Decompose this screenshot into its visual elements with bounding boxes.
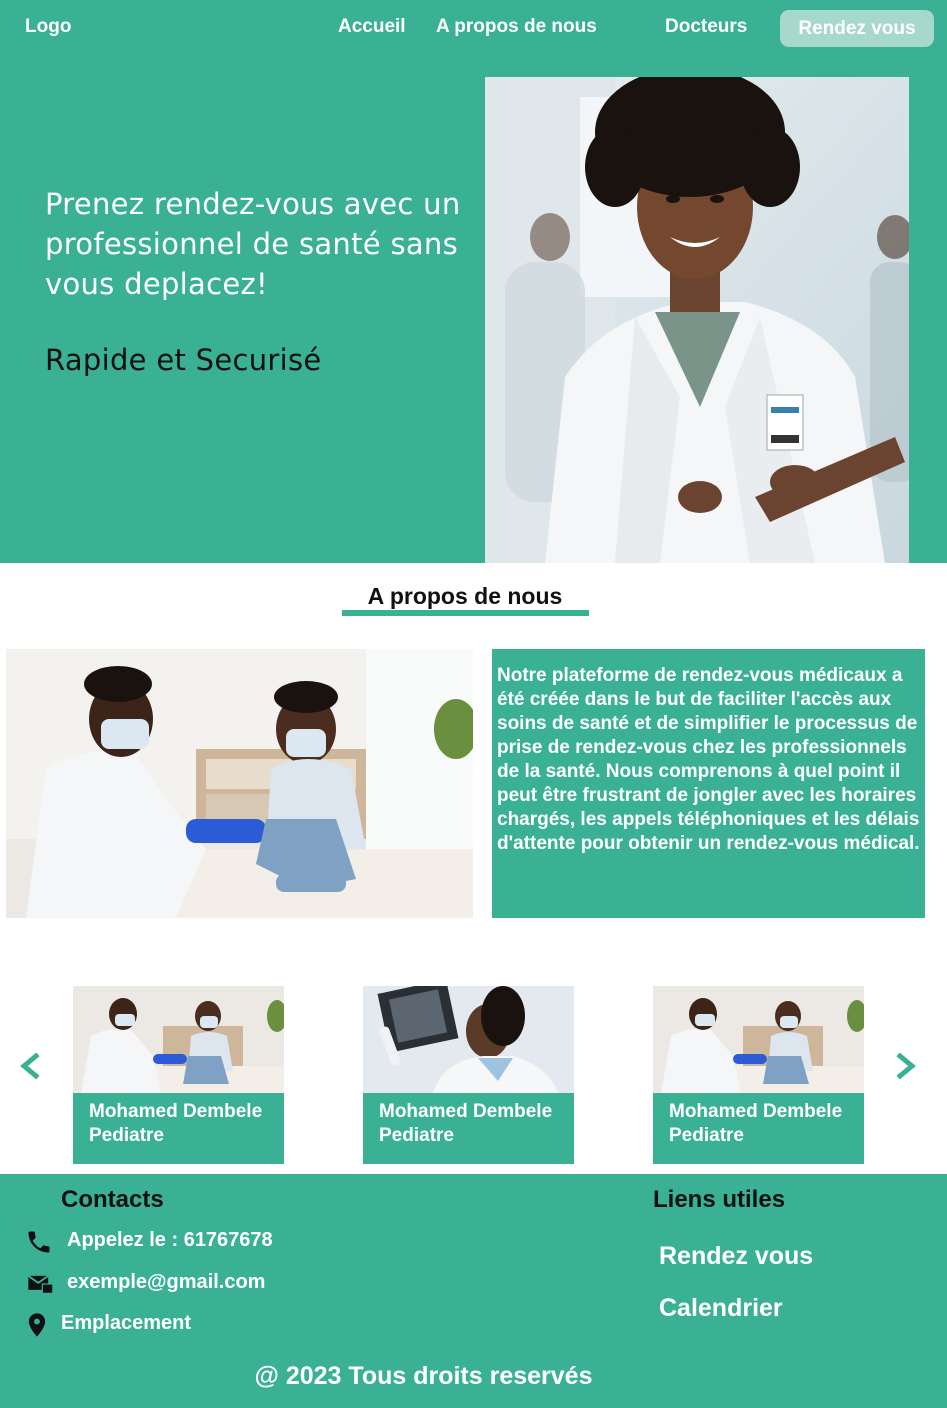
doctor-name: Mohamed Dembele <box>89 1101 263 1122</box>
about-description: Notre plateforme de rendez-vous médicaux… <box>492 649 925 918</box>
doctor-name: Mohamed Dembele <box>669 1101 843 1122</box>
about-title: A propos de nous <box>367 583 563 609</box>
doctor-specialty: Pediatre <box>379 1125 454 1146</box>
location-pin-icon <box>23 1311 51 1339</box>
phone-icon <box>25 1228 53 1256</box>
chevron-left-icon[interactable] <box>17 1052 43 1080</box>
hero-title: Prenez rendez-vous avec un professionnel… <box>45 187 461 301</box>
hero-doctor-photo <box>485 77 909 563</box>
footer-link-calendrier[interactable]: Calendrier <box>659 1294 783 1323</box>
contact-email[interactable]: exemple@gmail.com <box>67 1271 265 1294</box>
contacts-title: Contacts <box>61 1186 164 1213</box>
doctor-photo <box>363 986 574 1093</box>
about-photo <box>6 649 473 918</box>
email-icon <box>26 1270 54 1298</box>
logo[interactable]: Logo <box>25 16 71 38</box>
doctor-photo <box>653 986 864 1093</box>
copyright: @ 2023 Tous droits reservés <box>254 1362 593 1390</box>
nav-item-a-propos[interactable]: A propos de nous <box>436 16 597 38</box>
doctor-specialty: Pediatre <box>89 1125 164 1146</box>
rendez-vous-button[interactable]: Rendez vous <box>780 10 934 47</box>
nav-item-accueil[interactable]: Accueil <box>338 16 406 38</box>
doctor-card[interactable]: Mohamed Dembele Pediatre <box>363 986 574 1164</box>
useful-links-title: Liens utiles <box>653 1186 786 1213</box>
chevron-right-icon[interactable] <box>893 1052 919 1080</box>
about-title-underline <box>342 610 589 616</box>
doctor-specialty: Pediatre <box>669 1125 744 1146</box>
nav-item-docteurs[interactable]: Docteurs <box>665 16 747 38</box>
contact-phone[interactable]: Appelez le : 61767678 <box>67 1229 273 1252</box>
contact-location[interactable]: Emplacement <box>61 1312 191 1335</box>
doctor-card[interactable]: Mohamed Dembele Pediatre <box>73 986 284 1164</box>
hero-subtitle: Rapide et Securisé <box>45 343 322 377</box>
doctor-card[interactable]: Mohamed Dembele Pediatre <box>653 986 864 1164</box>
footer-link-rendez-vous[interactable]: Rendez vous <box>659 1242 813 1271</box>
doctor-photo <box>73 986 284 1093</box>
doctor-name: Mohamed Dembele <box>379 1101 553 1122</box>
